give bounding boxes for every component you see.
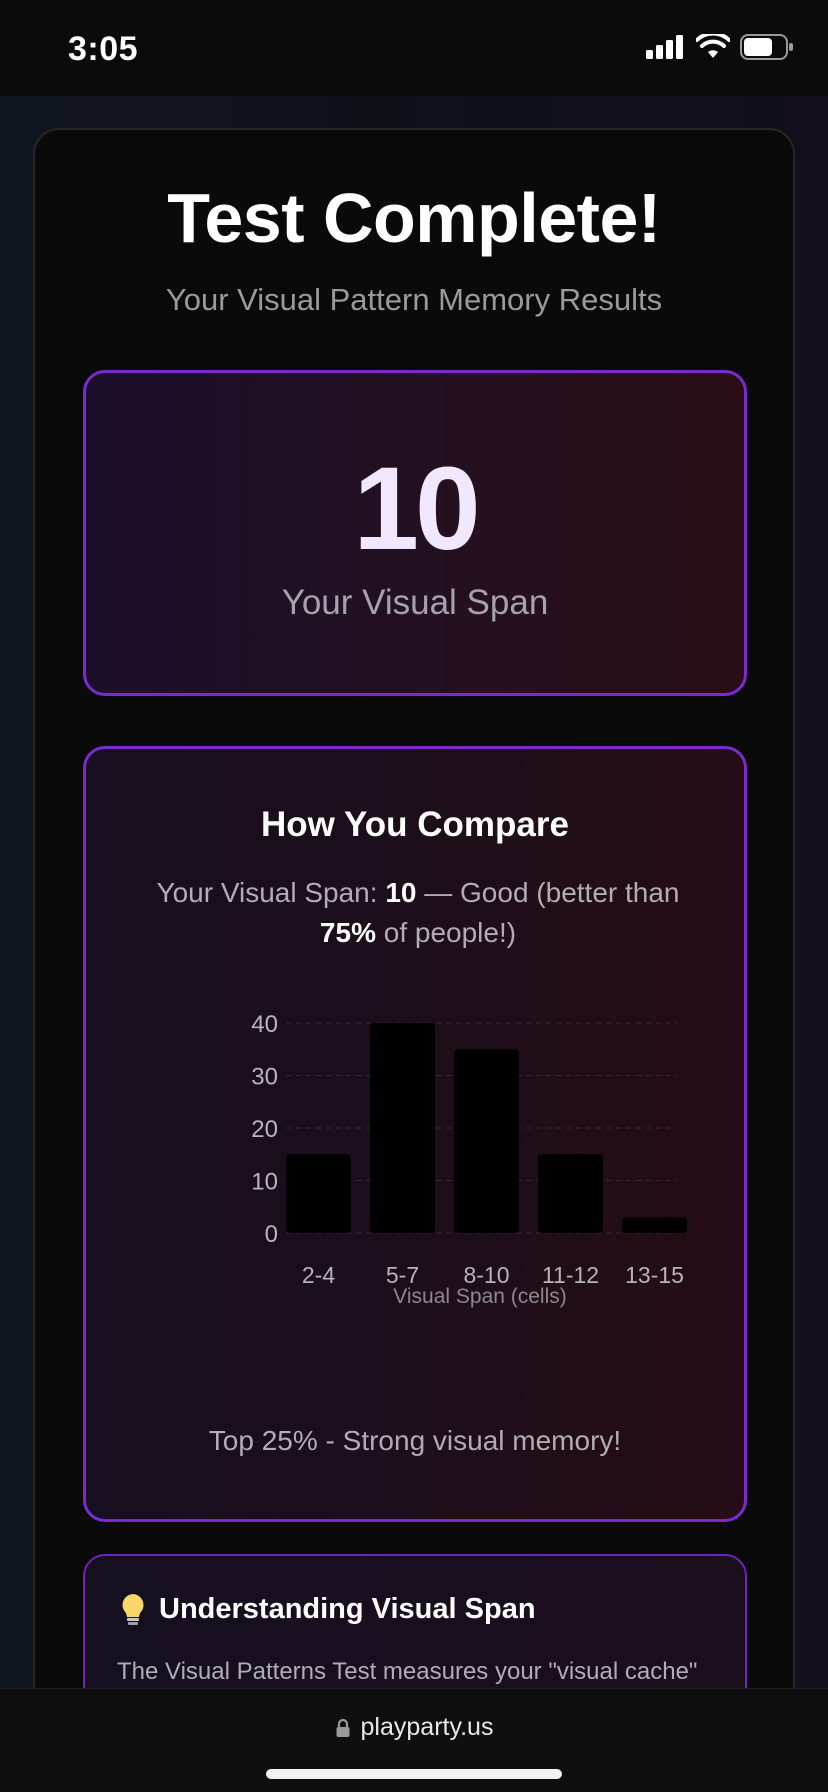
- status-bar: 3:05: [0, 0, 828, 96]
- home-indicator[interactable]: [266, 1769, 562, 1779]
- status-time: 3:05: [68, 30, 139, 68]
- y-tick-label: 10: [251, 1169, 278, 1196]
- lock-icon: [336, 1718, 350, 1737]
- y-tick-label: 0: [265, 1221, 278, 1248]
- chart-bar-5-7: [370, 1023, 435, 1233]
- comparison-title: How You Compare: [261, 805, 569, 844]
- page-subtitle: Your Visual Pattern Memory Results: [165, 282, 663, 317]
- info-title: Understanding Visual Span: [119, 1592, 536, 1626]
- desc-middle: — Good (better than: [416, 877, 680, 908]
- cellular-signal-icon: [646, 35, 683, 59]
- score-label: Your Visual Span: [281, 583, 549, 622]
- x-tick-label: 13-15: [625, 1262, 684, 1288]
- x-axis-label: Visual Span (cells): [393, 1285, 567, 1308]
- comparison-description: Your Visual Span: 10 — Good (better than…: [126, 873, 710, 953]
- url-text: playparty.us: [360, 1713, 494, 1741]
- status-icons: [646, 34, 794, 60]
- chart-bar-8-10: [454, 1049, 519, 1233]
- score-card: 10 Your Visual Span: [83, 370, 747, 696]
- lightbulb-icon: [122, 1594, 144, 1625]
- chart-bar-11-12: [538, 1154, 603, 1233]
- chart-bar-2-4: [286, 1154, 351, 1233]
- battery-icon: [740, 34, 793, 60]
- desc-value: 10: [385, 877, 417, 908]
- info-text: The Visual Patterns Test measures your "…: [117, 1658, 698, 1685]
- desc-percent: 75%: [319, 917, 376, 948]
- chart-svg: 0102030402-4 5-7 8-10 11-12 13-15Visual Span…: [251, 1011, 687, 1308]
- wifi-icon: [696, 34, 730, 58]
- chart-bar-13-15: [622, 1217, 687, 1233]
- url-display[interactable]: playparty.us: [0, 1713, 828, 1742]
- browser-address-bar[interactable]: playparty.us: [0, 1688, 828, 1792]
- results-card: Test Complete! Your Visual Pattern Memor…: [33, 128, 795, 1754]
- desc-suffix: of people!): [375, 917, 517, 948]
- comparison-footer: Top 25% - Strong visual memory!: [208, 1425, 622, 1456]
- y-tick-label: 40: [251, 1011, 278, 1038]
- x-tick-label: 2-4: [302, 1262, 335, 1288]
- desc-prefix: Your Visual Span:: [156, 877, 386, 908]
- comparison-card: How You Compare Your Visual Span: 10 — G…: [83, 746, 747, 1522]
- y-tick-label: 20: [251, 1116, 278, 1143]
- y-tick-label: 30: [251, 1064, 278, 1091]
- score-value: 10: [353, 443, 480, 575]
- info-title-text: Understanding Visual Span: [159, 1592, 536, 1625]
- distribution-chart: 0 10 20 30 40 2-4 5-7 8-10 11-12 13-15 Visual Span…: [126, 979, 716, 1319]
- page-title: Test Complete!: [167, 179, 661, 257]
